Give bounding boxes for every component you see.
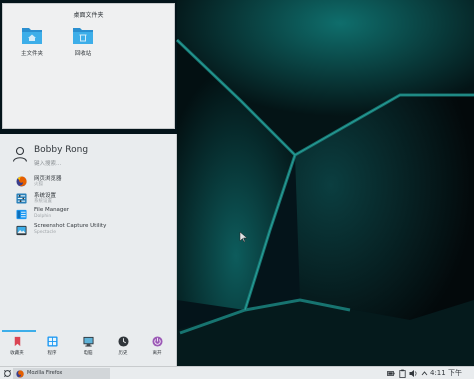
favorite-item-file-manager[interactable]: File Manager Dolphin <box>16 207 166 224</box>
launcher-tab-bar: 收藏夹 程序 电脑 历史 离开 <box>0 330 177 366</box>
favorite-name: File Manager <box>34 207 70 213</box>
tab-label: 收藏夹 <box>10 351 24 356</box>
favorite-description: Dolphin <box>34 214 52 219</box>
search-input[interactable]: 键入搜索... <box>34 159 61 167</box>
file-manager-icon <box>16 209 27 220</box>
tab-leave[interactable]: 离开 <box>140 330 174 366</box>
favorite-description: 系统设置 <box>34 199 52 204</box>
history-icon <box>118 336 129 347</box>
applications-icon <box>47 336 58 347</box>
user-name: Bobby Rong <box>34 145 89 155</box>
firefox-icon <box>16 369 24 378</box>
tab-computer[interactable]: 电脑 <box>71 330 105 366</box>
tab-favorites[interactable]: 收藏夹 <box>0 330 36 366</box>
desktop-item-label: 回收站 <box>74 51 92 57</box>
tab-history[interactable]: 历史 <box>106 330 140 366</box>
computer-icon <box>83 336 94 347</box>
clipboard-icon[interactable] <box>399 369 406 378</box>
favorite-item-system-settings[interactable]: 系统设置 系统设置 <box>16 191 166 208</box>
desktop-item-home[interactable]: 主文件夹 <box>12 25 52 57</box>
system-settings-icon <box>16 193 27 204</box>
favorite-name: Screenshot Capture Utility <box>34 223 107 229</box>
favorite-item-screenshot[interactable]: Screenshot Capture Utility Spectacle <box>16 223 166 240</box>
user-avatar-icon <box>12 146 28 162</box>
leave-icon <box>152 336 163 347</box>
home-folder-icon <box>22 28 42 44</box>
folder-widget-title: 桌面文件夹 <box>73 12 104 19</box>
tab-label: 历史 <box>118 351 128 356</box>
favorite-item-web-browser[interactable]: 网页浏览器 火狐 <box>16 174 166 191</box>
tab-applications[interactable]: 程序 <box>35 330 69 366</box>
task-item-firefox[interactable]: Mozilla Firefox <box>13 368 110 379</box>
battery-icon[interactable] <box>387 369 395 378</box>
desktop-item-label: 主文件夹 <box>20 51 43 57</box>
favorite-description: 火狐 <box>34 182 43 187</box>
application-launcher: Bobby Rong 键入搜索... 网页浏览器 火狐 系统设置 系统设置 Fi… <box>0 134 177 366</box>
desktop-item-trash[interactable]: 回收站 <box>63 25 103 57</box>
tab-label: 程序 <box>47 351 57 356</box>
bookmark-icon <box>14 336 21 347</box>
taskbar: Mozilla Firefox 4:11 下午 <box>0 366 474 379</box>
tab-label: 离开 <box>152 351 162 356</box>
tab-label: 电脑 <box>83 351 93 356</box>
task-label: Mozilla Firefox <box>27 370 63 376</box>
volume-icon[interactable] <box>409 369 418 378</box>
trash-folder-icon <box>73 28 93 44</box>
screenshot-icon <box>16 225 27 236</box>
chevron-up-icon[interactable] <box>421 369 428 378</box>
clock[interactable]: 4:11 下午 <box>430 368 462 378</box>
favorite-description: Spectacle <box>34 230 56 235</box>
application-launcher-button-icon[interactable] <box>3 369 12 378</box>
firefox-icon <box>16 176 27 187</box>
desktop-folder-widget: 桌面文件夹 主文件夹 回收站 <box>2 3 175 129</box>
active-tab-indicator <box>2 330 36 332</box>
